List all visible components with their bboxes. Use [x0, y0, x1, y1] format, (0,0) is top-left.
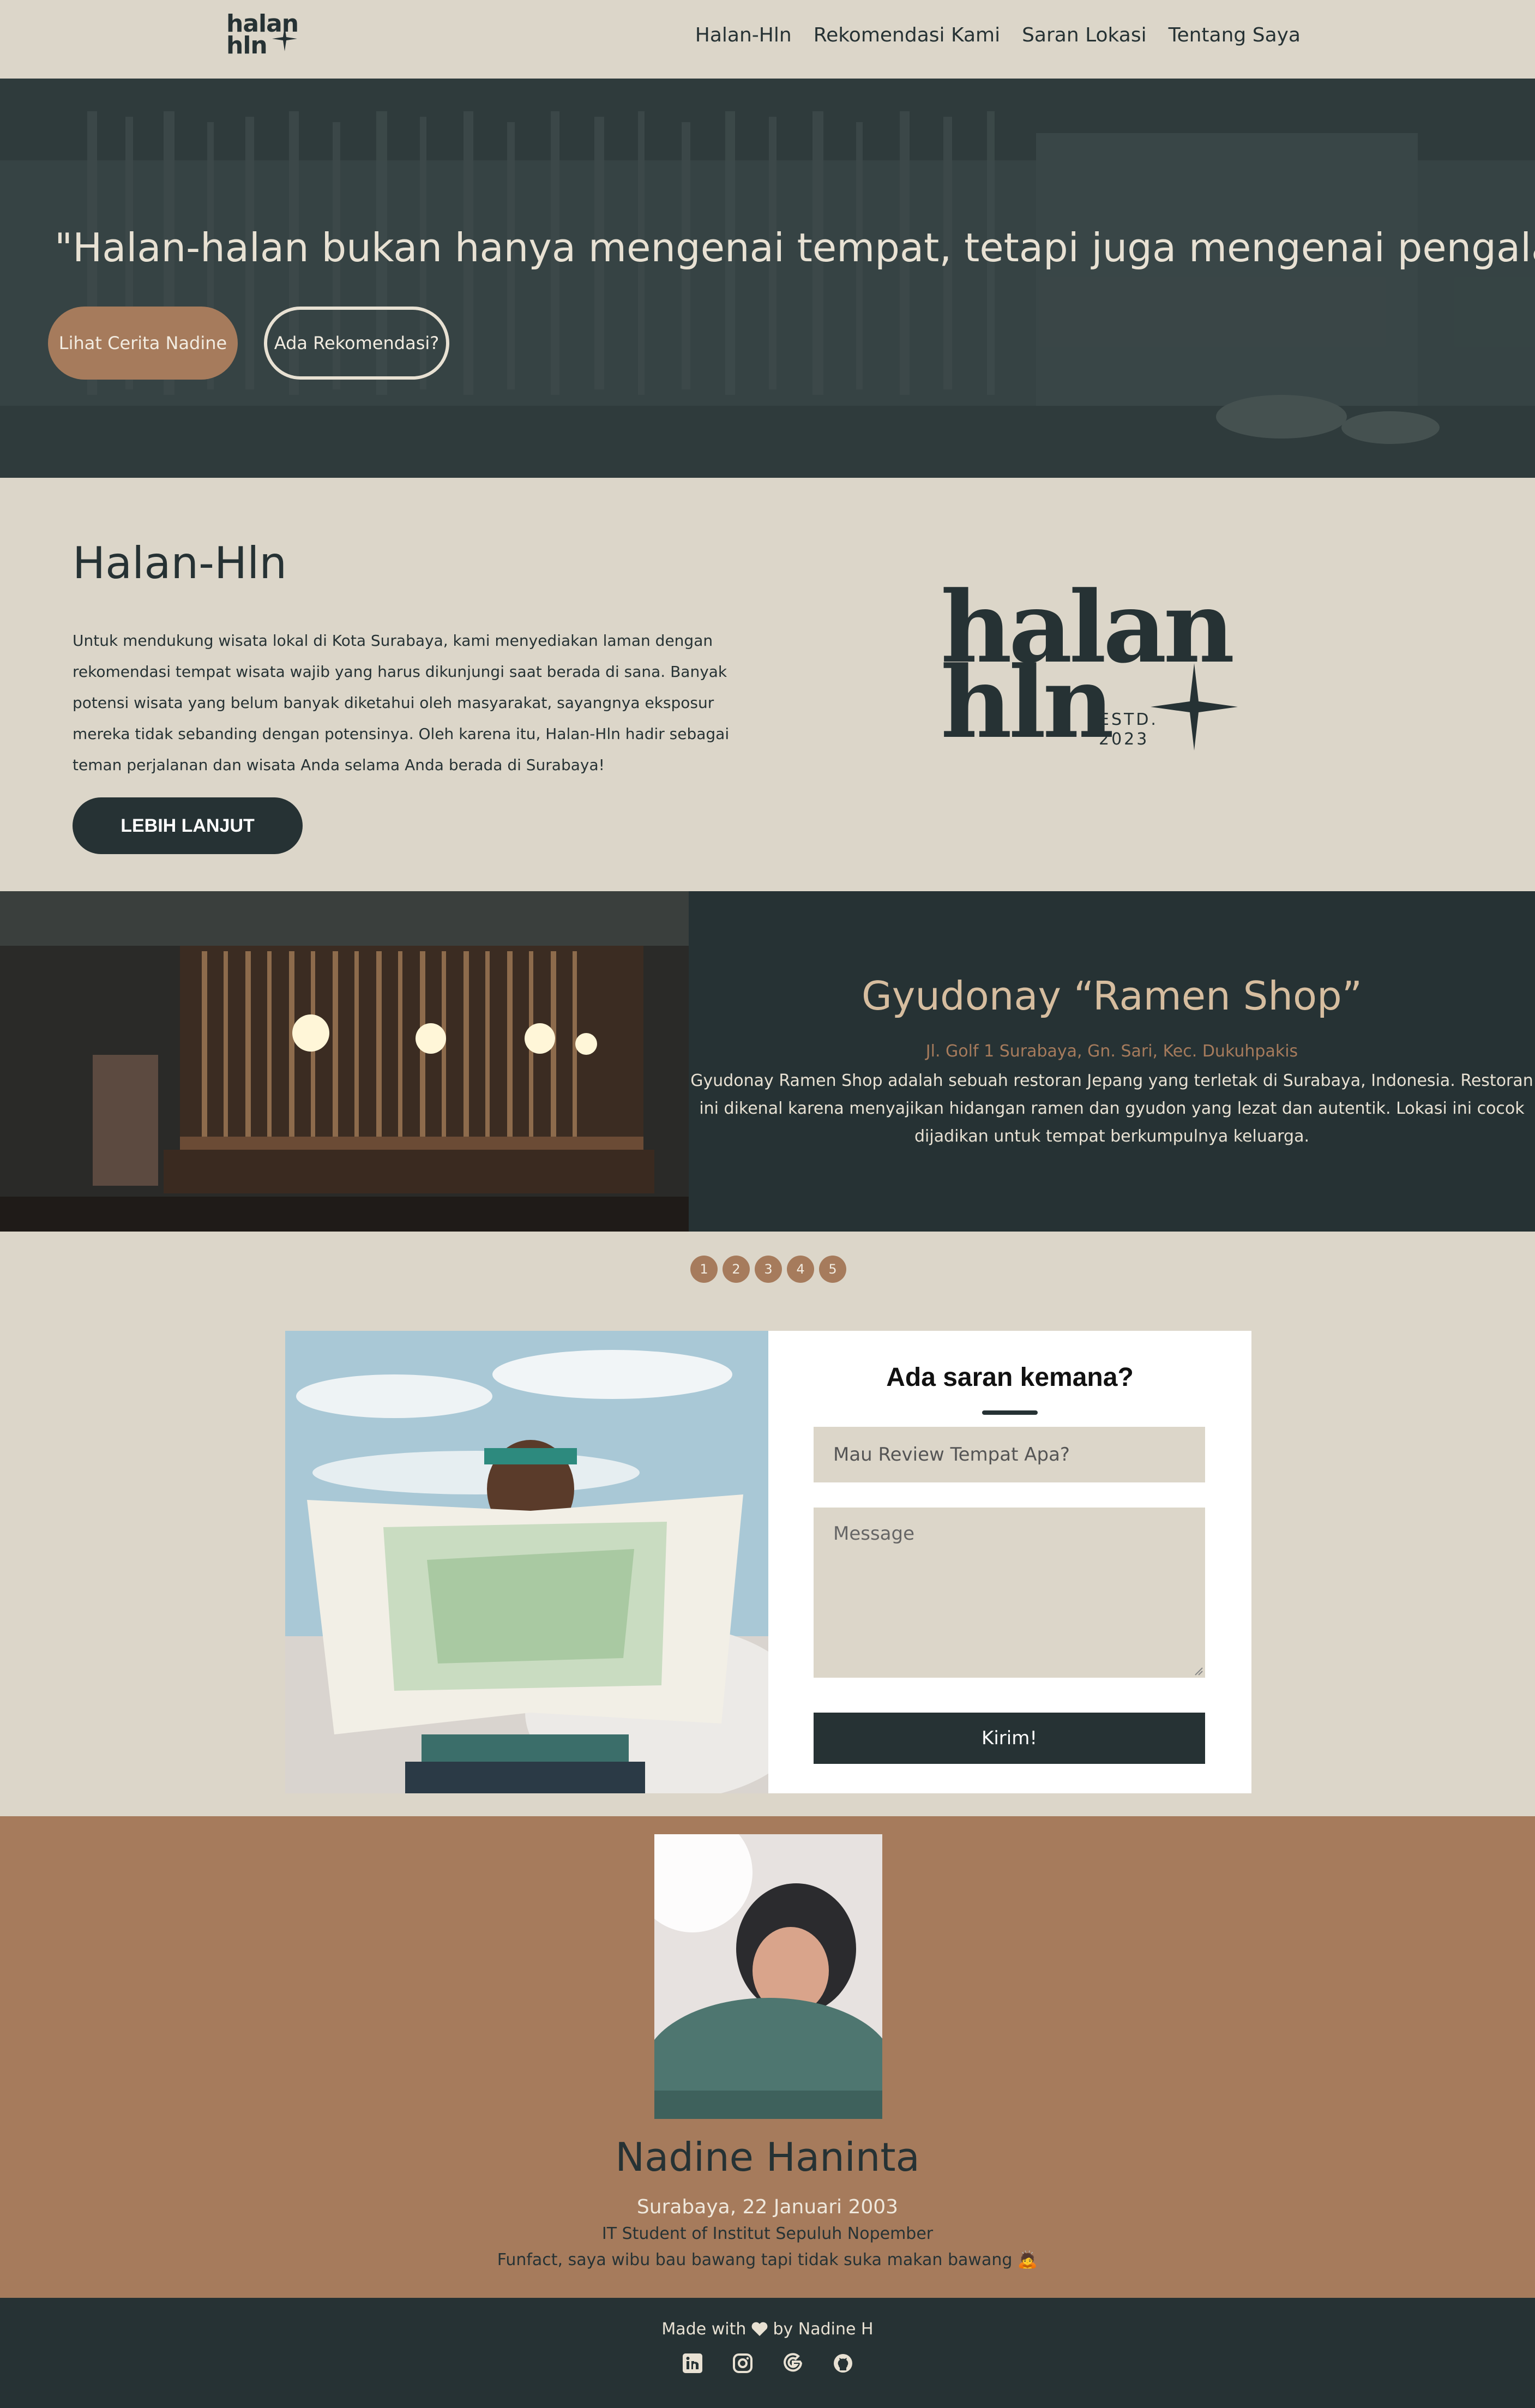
- estd-label: ESTD.: [1099, 710, 1158, 729]
- logo-word-hln: hln: [226, 32, 268, 59]
- hero-quote: "Halan-halan bukan hanya mengenai tempat…: [55, 225, 1535, 271]
- profile-occupation: IT Student of Institut Sepuluh Nopember: [601, 2224, 934, 2243]
- heart-icon: [751, 2322, 768, 2336]
- social-links: [682, 2352, 854, 2374]
- footer-credit: Made with by Nadine H: [0, 2320, 1535, 2339]
- profile-birth: Surabaya, 22 Januari 2003: [636, 2196, 899, 2218]
- send-button[interactable]: Kirim!: [814, 1713, 1205, 1764]
- resize-grip-icon[interactable]: [1193, 1666, 1203, 1676]
- ramen-shop-photo: [0, 891, 689, 1232]
- navbar: halan hln Halan-Hln Rekomendasi Kami Sar…: [0, 0, 1535, 79]
- place-address: Jl. Golf 1 Surabaya, Gn. Sari, Kec. Duku…: [925, 1042, 1298, 1061]
- google-icon[interactable]: [782, 2352, 804, 2374]
- page-dot-2[interactable]: 2: [723, 1256, 750, 1283]
- page-dot-1[interactable]: 1: [690, 1256, 718, 1283]
- carousel-pagination: 1 2 3 4 5: [690, 1256, 846, 1283]
- page-dot-5[interactable]: 5: [819, 1256, 846, 1283]
- profile-name: Nadine Haninta: [615, 2134, 920, 2180]
- page-dot-3[interactable]: 3: [755, 1256, 782, 1283]
- form-title: Ada saran kemana?: [886, 1363, 1134, 1392]
- about-title: Halan-Hln: [73, 538, 287, 589]
- map-reader-photo: [285, 1331, 768, 1793]
- credit-author: by Nadine H: [773, 2320, 874, 2339]
- footer: Made with by Nadine H: [0, 2298, 1535, 2408]
- about-description: Untuk mendukung wisata lokal di Kota Sur…: [73, 632, 730, 774]
- message-textarea[interactable]: Message: [814, 1508, 1205, 1678]
- nav-menu: Halan-Hln Rekomendasi Kami Saran Lokasi …: [695, 24, 1301, 46]
- star-icon: [1151, 663, 1238, 750]
- instagram-icon[interactable]: [732, 2352, 754, 2374]
- hero-section: "Halan-halan bukan hanya mengenai tempat…: [0, 79, 1535, 478]
- suggestion-form-card: Ada saran kemana? Mau Review Tempat Apa?…: [285, 1331, 1251, 1793]
- made-with-text: Made with: [661, 2320, 747, 2339]
- large-logo-estd: ESTD. 2023: [1099, 710, 1158, 749]
- place-input[interactable]: Mau Review Tempat Apa?: [814, 1427, 1205, 1482]
- have-recommendation-button[interactable]: Ada Rekomendasi?: [264, 307, 449, 380]
- nav-item-saran-lokasi[interactable]: Saran Lokasi: [1022, 24, 1147, 46]
- see-nadine-story-button[interactable]: Lihat Cerita Nadine: [48, 307, 238, 380]
- profile-funfact: Funfact, saya wibu bau bawang tapi tidak…: [497, 2250, 1038, 2269]
- recommendation-carousel: Gyudonay “Ramen Shop” Jl. Golf 1 Surabay…: [0, 891, 1535, 1232]
- estd-year: 2023: [1099, 730, 1149, 749]
- page: halan hln Halan-Hln Rekomendasi Kami Sar…: [0, 0, 1535, 2408]
- nav-item-tentang-saya[interactable]: Tentang Saya: [1169, 24, 1301, 46]
- place-description: Gyudonay Ramen Shop adalah sebuah restor…: [690, 1071, 1533, 1146]
- page-dot-4[interactable]: 4: [787, 1256, 814, 1283]
- learn-more-button[interactable]: LEBIH LANJUT: [73, 797, 303, 854]
- profile-section: Nadine Haninta Surabaya, 22 Januari 2003…: [0, 1816, 1535, 2298]
- message-placeholder: Message: [833, 1523, 915, 1545]
- brand-logo[interactable]: halan hln: [226, 11, 303, 65]
- hero-overlay: [0, 79, 1535, 478]
- about-section: Halan-Hln Untuk mendukung wisata lokal d…: [0, 478, 1535, 891]
- title-underline: [982, 1410, 1038, 1415]
- place-title: Gyudonay “Ramen Shop”: [861, 973, 1363, 1019]
- github-icon[interactable]: [832, 2352, 854, 2374]
- nav-item-rekomendasi[interactable]: Rekomendasi Kami: [814, 24, 1000, 46]
- halan-hln-large-logo: halan hln ESTD. 2023: [941, 579, 1246, 760]
- star-icon: [272, 26, 297, 51]
- large-logo-word-hln: hln: [941, 645, 1114, 760]
- profile-photo: [654, 1834, 882, 2119]
- linkedin-icon[interactable]: [682, 2352, 703, 2374]
- nav-item-halan-hln[interactable]: Halan-Hln: [695, 24, 792, 46]
